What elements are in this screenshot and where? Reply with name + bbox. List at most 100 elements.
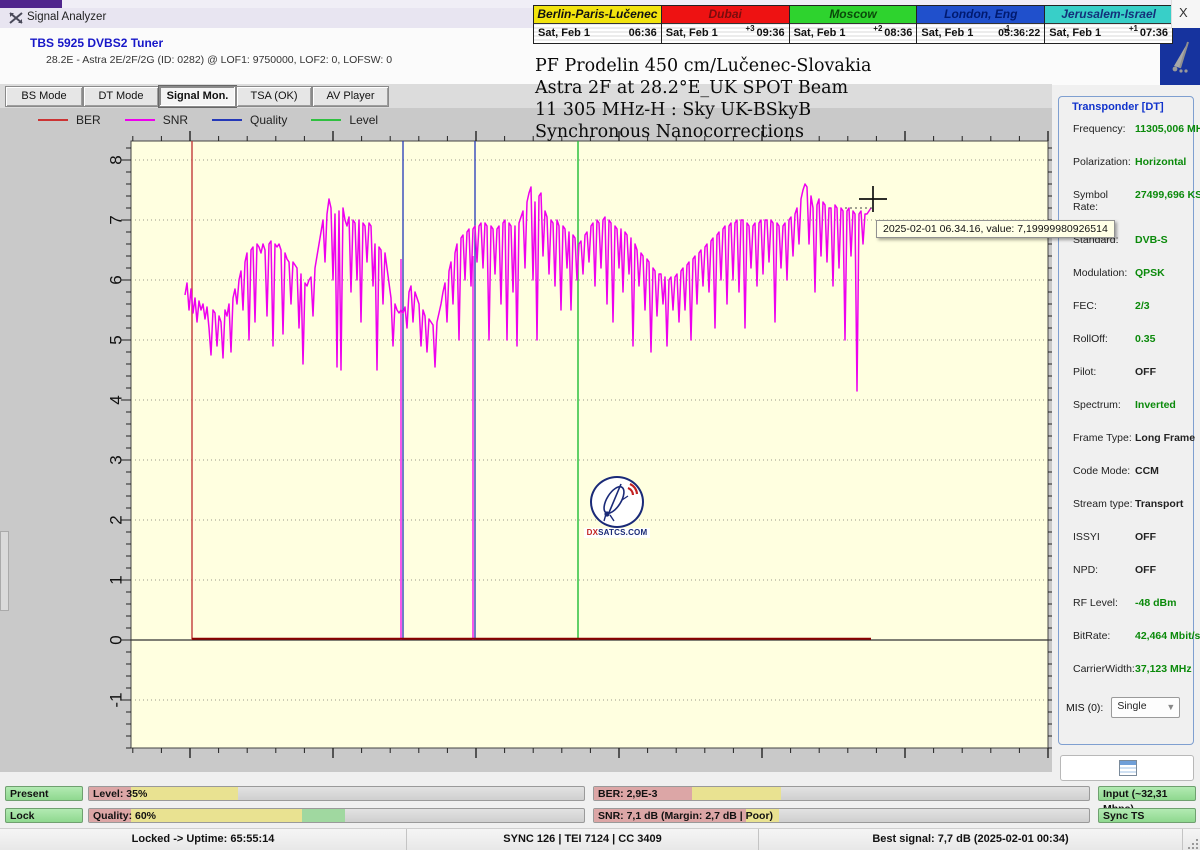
window-title: Signal Analyzer xyxy=(27,11,107,23)
satellite-dish-icon xyxy=(1172,41,1189,73)
transponder-row-label: Pilot: xyxy=(1073,366,1097,378)
clock-time: 09:36 xyxy=(756,27,785,39)
chart-tooltip: 2025-02-01 06.34.16, value: 7,1999998092… xyxy=(876,220,1115,238)
clock-close-area: X xyxy=(1171,0,1200,28)
clock-time: 05:36:22 xyxy=(998,27,1041,39)
caption-line-4: Synchronous Nanocorrections xyxy=(535,122,804,142)
transponder-row-label: BitRate: xyxy=(1073,630,1111,642)
legend-label: BER xyxy=(76,113,101,127)
transponder-row-value: -48 dBm xyxy=(1135,597,1177,609)
transponder-row: Pilot: OFF xyxy=(1073,366,1191,378)
tab-dt-mode[interactable]: DT Mode xyxy=(83,86,159,107)
meter-label: SNR: 7,1 dB (Margin: 2,7 dB | Poor) xyxy=(598,810,774,822)
clock-time-row: Sat, Feb 1 06:36 xyxy=(534,24,661,43)
panel-tool-button[interactable] xyxy=(1060,755,1194,781)
transponder-row: RF Level: -48 dBm xyxy=(1073,597,1191,609)
transponder-row-label: FEC: xyxy=(1073,300,1097,312)
transponder-row-value: CCM xyxy=(1135,465,1159,477)
transponder-row-value: Horizontal xyxy=(1135,156,1187,168)
clock-time-row: Sat, Feb 1 +3 09:36 xyxy=(661,24,789,43)
caption-line-1: PF Prodelin 450 cm/Lučenec-Slovakia xyxy=(535,56,872,76)
chart-bottom-gap xyxy=(0,772,1052,783)
clock-date: Sat, Feb 1 xyxy=(538,27,590,39)
transponder-row-label: CarrierWidth: xyxy=(1073,663,1135,675)
transponder-row: NPD: OFF xyxy=(1073,564,1191,576)
svg-text:7: 7 xyxy=(106,215,125,224)
ber-meter: BER: 2,9E-3 xyxy=(593,786,1090,801)
svg-text:1: 1 xyxy=(106,575,125,584)
status-bar: Locked -> Uptime: 65:55:14 SYNC 126 | TE… xyxy=(0,828,1200,850)
transponder-row-label: NPD: xyxy=(1073,564,1099,576)
transponder-row-value: QPSK xyxy=(1135,267,1165,279)
resize-grip[interactable] xyxy=(1186,837,1198,849)
status-best-signal: Best signal: 7,7 dB (2025-02-01 00:34) xyxy=(759,829,1183,850)
legend-line-sample xyxy=(124,119,155,121)
transponder-row-value: DVB-S xyxy=(1135,234,1168,246)
transponder-rows: Frequency:11305,006 MHzPolarization:Hori… xyxy=(1073,123,1200,675)
tuner-details: 28.2E - Astra 2E/2F/2G (ID: 0282) @ LOF1… xyxy=(46,54,393,66)
transponder-row-label: RollOff: xyxy=(1073,333,1108,345)
transponder-row-label: ISSYI xyxy=(1073,531,1100,543)
clock-utc-offset: +2 xyxy=(873,24,883,33)
close-icon[interactable]: X xyxy=(1179,5,1188,20)
clock-cell: Moscow Sat, Feb 1 +2 08:36 xyxy=(789,6,918,43)
tab-signal-mon-[interactable]: Signal Mon. xyxy=(158,85,237,108)
meter-label: BER: 2,9E-3 xyxy=(598,788,658,800)
transponder-row: Code Mode: CCM xyxy=(1073,465,1191,477)
panel-icon xyxy=(1119,760,1137,776)
level-meter: Level: 35% xyxy=(88,786,585,801)
legend-label: Quality xyxy=(250,113,288,127)
mis-value: Single xyxy=(1117,700,1147,712)
transponder-row-label: RF Level: xyxy=(1073,597,1118,609)
lock-indicator: Lock xyxy=(5,808,83,823)
transponder-row-value: 42,464 Mbit/s xyxy=(1135,630,1200,642)
background-window-accent xyxy=(0,0,62,8)
status-sync-counters: SYNC 126 | TEI 7124 | CC 3409 xyxy=(407,829,759,850)
clock-time: 06:36 xyxy=(628,27,657,39)
chart-canvas[interactable]: 8 7 6 5 4 3 2 1 0 -1 xyxy=(0,108,1058,772)
transponder-row: CarrierWidth: 37,123 MHz xyxy=(1073,663,1192,675)
transponder-row: Modulation: QPSK xyxy=(1073,267,1191,279)
quality-meter: Quality: 60% xyxy=(88,808,585,823)
clock-time-row: Sat, Feb 1 +1 07:36 xyxy=(1045,24,1172,43)
logo-dish-icon xyxy=(603,482,639,522)
app-icon xyxy=(9,12,23,24)
clock-utc-offset: +3 xyxy=(745,24,755,33)
transponder-row-value: 2/3 xyxy=(1135,300,1150,312)
clock-cell: London, Eng Sat, Feb 1 -1 05:36:22 xyxy=(917,6,1046,43)
clock-date: Sat, Feb 1 xyxy=(665,27,718,39)
transponder-row: Stream type: Transport xyxy=(1073,498,1191,510)
transponder-row: Frame Type: Long Frame xyxy=(1073,432,1195,444)
tab-tsa-ok-[interactable]: TSA (OK) xyxy=(236,86,312,107)
svg-text:-1: -1 xyxy=(106,692,125,707)
legend-item-level: Level xyxy=(311,113,378,127)
clock-utc-offset: +1 xyxy=(1128,24,1138,33)
svg-text:0: 0 xyxy=(106,635,125,644)
mis-select[interactable]: Single ▼ xyxy=(1111,697,1181,718)
legend-label: Level xyxy=(349,113,379,127)
legend-line-sample xyxy=(212,119,243,121)
tab-av-player[interactable]: AV Player xyxy=(312,86,389,107)
signal-chart[interactable]: BER SNR Quality Level 8 7 6 5 4 3 2 1 0 -1 DXSATCS.C… xyxy=(0,108,1058,772)
present-indicator: Present xyxy=(5,786,83,801)
clock-city: London, Eng xyxy=(917,6,1045,24)
caption-line-3: 11 305 MHz-H : Sky UK-BSkyB xyxy=(535,100,812,120)
transponder-row: BitRate: 42,464 Mbit/s xyxy=(1073,630,1200,642)
clock-cell: Jerusalem-Israel Sat, Feb 1 +1 07:36 xyxy=(1045,6,1172,43)
snr-meter: SNR: 7,1 dB (Margin: 2,7 dB | Poor) xyxy=(593,808,1090,823)
svg-text:4: 4 xyxy=(106,395,125,404)
clock-date: Sat, Feb 1 xyxy=(793,27,846,39)
legend-line-sample xyxy=(311,119,342,121)
clock-time: 07:36 xyxy=(1139,27,1168,39)
dxsatcs-logo: DXSATCS.COM xyxy=(584,476,650,538)
transponder-row-label: Stream type: xyxy=(1073,498,1133,510)
svg-text:3: 3 xyxy=(106,455,125,464)
tab-bs-mode[interactable]: BS Mode xyxy=(5,86,83,107)
transponder-row: FEC: 2/3 xyxy=(1073,300,1191,312)
chart-scrollbar-thumb[interactable] xyxy=(0,531,9,611)
transponder-groupbox: Transponder [DT] Frequency:11305,006 MHz… xyxy=(1058,96,1200,745)
transponder-row-value: 27499,696 KS/s xyxy=(1135,189,1200,201)
status-lock-uptime: Locked -> Uptime: 65:55:14 xyxy=(0,829,407,850)
transponder-row-value: 11305,006 MHz xyxy=(1135,123,1200,135)
transponder-row-label: Modulation: xyxy=(1073,267,1128,279)
